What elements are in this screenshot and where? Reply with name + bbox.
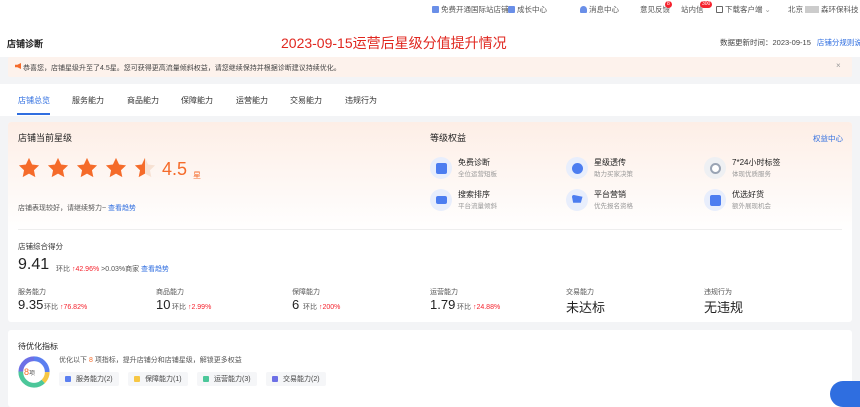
tab-service[interactable]: 服务能力 — [72, 95, 104, 106]
inbox-link[interactable]: 站内信 300 — [681, 1, 713, 15]
monitor-icon — [430, 189, 452, 211]
metric-value: 10 — [156, 297, 171, 312]
tab-operation[interactable]: 运营能力 — [236, 95, 268, 106]
metric-value: 6 — [292, 297, 300, 312]
feedback-link[interactable]: 意见反馈 8 — [640, 1, 672, 15]
benefit-center-link[interactable]: 权益中心 — [813, 133, 843, 144]
chip-service[interactable]: 服务能力(2) — [59, 372, 119, 386]
chevron-down-icon: ⌄ — [764, 5, 771, 14]
metric-label: 交易能力 — [566, 289, 594, 296]
optimize-description: 优化以下 8 项指标，提升店铺分和店铺星级，解锁更多权益 — [59, 357, 242, 364]
inbox-badge: 300 — [700, 1, 713, 8]
benefit-24h-label: 7*24小时标签 体现优质服务 — [704, 157, 780, 179]
star-rating — [18, 157, 156, 179]
tab-guarantee[interactable]: 保障能力 — [181, 95, 213, 106]
metric-label: 违规行为 — [704, 289, 732, 296]
close-icon[interactable]: × — [836, 61, 841, 70]
redacted-block — [805, 6, 819, 13]
star-icon — [18, 157, 40, 178]
metric-mom: 环比 ↑2.99% — [172, 304, 212, 311]
message-center-link[interactable]: 消息中心 — [580, 4, 619, 15]
metric-value: 无违规 — [704, 300, 744, 315]
clock-icon — [704, 157, 726, 179]
tab-overview[interactable]: 店铺总览 — [18, 95, 50, 106]
growth-icon — [508, 6, 515, 13]
tab-violation[interactable]: 违规行为 — [345, 95, 377, 106]
update-time: 数据更新时间：2023-09-15店铺分规则说明 — [720, 37, 860, 48]
account-menu[interactable]: 北京森环保科技⌄ — [788, 4, 860, 15]
star-icon — [105, 157, 127, 178]
download-client-link[interactable]: 下载客户端 ⌄ — [716, 4, 771, 15]
star-icon — [47, 157, 69, 178]
page-title: 店铺诊断 — [7, 39, 44, 49]
star-trend-link[interactable]: 查看趋势 — [108, 205, 136, 212]
metric-mom: 环比 ↑200% — [303, 304, 341, 311]
metric-label: 保障能力 — [292, 289, 320, 296]
divider — [18, 229, 842, 230]
chip-trade[interactable]: 交易能力(2) — [266, 372, 326, 386]
metric-label: 服务能力 — [18, 289, 46, 296]
total-score-meta: 环比 ↑42.96% >0.03%商家 查看趋势 — [56, 266, 170, 273]
metric-value: 9.35 — [18, 297, 44, 312]
benefit-platform-marketing: 平台营销 优先报名资格 — [566, 189, 633, 211]
tab-trade[interactable]: 交易能力 — [290, 95, 322, 106]
metric-value: 1.79 — [430, 297, 456, 312]
total-trend-link[interactable]: 查看趋势 — [141, 266, 169, 273]
optimize-title: 待优化指标 — [18, 342, 58, 351]
benefits-title: 等级权益 — [430, 133, 467, 143]
tab-product[interactable]: 商品能力 — [127, 95, 159, 106]
bell-icon — [580, 6, 587, 13]
cart-icon — [566, 189, 588, 211]
optimize-count: 8项 — [24, 367, 36, 377]
half-star-icon — [134, 157, 156, 178]
download-icon — [716, 6, 723, 13]
benefit-premium-goods: 优选好货 额外展现机会 — [704, 189, 771, 211]
metric-mom: 环比 ↑24.88% — [457, 304, 501, 311]
open-international-shop-link[interactable]: 免费开通国际站店铺 — [432, 4, 509, 15]
star-icon — [76, 157, 98, 178]
star-section-title: 店铺当前星级 — [18, 133, 73, 143]
chip-guarantee[interactable]: 保障能力(1) — [128, 372, 188, 386]
metric-label: 商品能力 — [156, 289, 184, 296]
rules-link[interactable]: 店铺分规则说明 — [817, 38, 860, 47]
feedback-badge: 8 — [665, 1, 672, 8]
total-score-value: 9.41 — [18, 256, 50, 273]
customer-service-button[interactable] — [830, 381, 860, 407]
chip-operation[interactable]: 运营能力(3) — [197, 372, 257, 386]
metric-value: 未达标 — [566, 300, 606, 315]
total-score-label: 店铺综合得分 — [18, 242, 63, 251]
globe-icon — [432, 6, 439, 13]
growth-center-link[interactable]: 成长中心 — [508, 4, 547, 15]
metric-mom: 环比 ↑76.82% — [44, 304, 88, 311]
star-unit: 星 — [193, 171, 201, 180]
benefit-search-rank: 搜索排序 平台流量倾斜 — [430, 189, 497, 211]
overlay-title: 2023-09-15运营后星级分值提升情况 — [281, 35, 507, 51]
active-tab-indicator — [17, 113, 50, 115]
optimize-card — [8, 330, 852, 407]
goods-icon — [704, 189, 726, 211]
metric-label: 运营能力 — [430, 289, 458, 296]
medal-icon — [566, 157, 588, 179]
benefit-free-diagnosis: 免费诊断 全位运营短板 — [430, 157, 497, 179]
notice-text: 恭喜您，店铺星级升至了4.5星。您可获得更高流量倾斜权益，请您继续保持并根据诊断… — [23, 65, 341, 72]
benefit-star-display: 星级透传 助力买家决策 — [566, 157, 633, 179]
star-description: 店铺表现较好，请继续努力~ 查看趋势 — [18, 205, 137, 212]
star-score: 4.5 — [162, 159, 188, 179]
diagnosis-icon — [430, 157, 452, 179]
